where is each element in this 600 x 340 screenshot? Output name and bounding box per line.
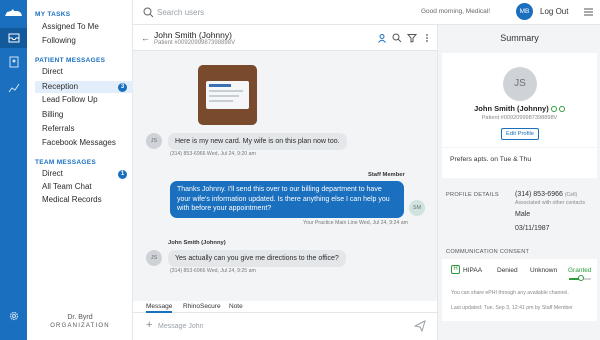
patient-avatar: JS <box>146 133 162 149</box>
consent-note: You can share ePHI through any available… <box>451 290 569 296</box>
more-options-icon[interactable] <box>422 33 432 43</box>
consent-last-updated: Last updated: Tue, Sep 3, 12:41 pm by St… <box>451 305 573 311</box>
profile-card: JS John Smith (Johnny) Patient #00920999… <box>442 53 597 147</box>
patient-preference-note: Prefers apts. on Tue & Thu <box>450 156 532 163</box>
edit-profile-button[interactable]: Edit Profile <box>501 128 539 140</box>
sidebar-item-team-direct[interactable]: Direct 1 <box>35 168 133 180</box>
staff-avatar: SM <box>409 200 425 216</box>
patient-avatar: JS <box>146 250 162 266</box>
organization-switcher[interactable]: Dr. Byrd ORGANIZATION <box>27 313 133 331</box>
my-tasks-heading: MY TASKS <box>35 11 71 18</box>
app-rail <box>0 0 27 340</box>
add-attachment-icon[interactable]: + <box>146 319 152 331</box>
hamburger-menu-icon[interactable] <box>583 7 594 17</box>
filter-icon[interactable] <box>407 33 417 43</box>
incoming-message: Yes actually can you give me directions … <box>168 250 346 267</box>
contacts-nav-icon[interactable] <box>0 52 27 72</box>
sidebar-item-lead-follow-up[interactable]: Lead Follow Up <box>35 94 133 106</box>
tab-message[interactable]: Message <box>146 303 173 313</box>
unread-badge: 3 <box>118 82 127 92</box>
sidebar-item-all-team-chat[interactable]: All Team Chat <box>35 181 133 193</box>
sidebar-item-assigned-to-me[interactable]: Assigned To Me <box>35 21 133 33</box>
consent-option-denied[interactable]: Denied <box>497 267 518 274</box>
summary-title: Summary <box>500 33 539 43</box>
profile-name: John Smith (Johnny) <box>442 104 597 113</box>
sidebar-item-referrals[interactable]: Referrals <box>35 123 133 135</box>
conversation-header: ← John Smith (Johnny) Patient #009209998… <box>133 25 437 51</box>
message-meta: (314) 853-6966 Wed, Jul 24, 9:25 am <box>170 268 256 274</box>
logout-link[interactable]: Log Out <box>540 7 568 16</box>
insurance-card-image[interactable] <box>198 65 257 125</box>
sidebar-item-medical-records[interactable]: Medical Records <box>35 194 133 206</box>
top-bar: Good morning, Medical! MB Log Out <box>133 0 600 25</box>
message-sender: John Smith (Johnny) <box>168 240 226 246</box>
conversation-patient-name: John Smith (Johnny) <box>154 30 232 40</box>
patient-messages-heading: PATIENT MESSAGES <box>35 57 106 64</box>
message-thread: JS Here is my new card. My wife is on th… <box>133 51 437 301</box>
sidebar-item-label: Billing <box>42 110 64 119</box>
search-conversation-icon[interactable] <box>392 33 402 43</box>
billing-dollar-icon <box>558 106 565 113</box>
sidebar-item-label: Referrals <box>42 124 75 133</box>
tab-rhinosecure[interactable]: RhinoSecure <box>183 303 221 310</box>
sidebar-item-billing[interactable]: Billing <box>35 109 133 121</box>
sidebar-item-label: Medical Records <box>42 195 102 204</box>
consent-option-granted[interactable]: Granted <box>568 267 592 274</box>
rhino-logo-icon <box>5 9 22 16</box>
analytics-nav-icon[interactable] <box>0 78 27 98</box>
organization-label: ORGANIZATION <box>50 323 110 329</box>
profile-details: PROFILE DETAILS (314) 853-6966 (Cell) As… <box>442 182 597 234</box>
user-avatar[interactable]: MB <box>516 3 533 20</box>
consent-option-unknown[interactable]: Unknown <box>530 267 557 274</box>
profile-avatar: JS <box>503 67 537 101</box>
consent-card: H HIPAA Denied Unknown Granted You can s… <box>442 259 597 321</box>
consent-slider-knob[interactable] <box>578 275 584 281</box>
sidebar-item-reception[interactable]: Reception 3 <box>35 81 133 93</box>
composer-tabs: Message RhinoSecure Note <box>133 301 437 313</box>
unread-badge: 1 <box>118 169 127 179</box>
phone-hint: Associated with other contacts <box>515 200 586 206</box>
outgoing-message: Thanks Johnny. I'll send this over to ou… <box>170 181 404 218</box>
sidebar-item-label: Reception <box>42 82 79 91</box>
settings-gear-icon[interactable] <box>0 306 27 326</box>
message-input[interactable] <box>158 321 398 332</box>
insurance-card-face <box>206 81 249 109</box>
preference-card: Prefers apts. on Tue & Thu <box>442 148 597 178</box>
assign-user-icon[interactable] <box>377 33 387 43</box>
dob-value: 03/11/1987 <box>515 225 550 232</box>
back-arrow-icon[interactable]: ← <box>141 33 150 43</box>
team-messages-heading: TEAM MESSAGES <box>35 159 96 166</box>
sidebar-item-direct[interactable]: Direct <box>35 66 133 78</box>
composer: + <box>133 313 437 340</box>
sidebar-item-facebook-messages[interactable]: Facebook Messages <box>35 137 133 149</box>
tab-note[interactable]: Note <box>229 303 243 310</box>
greeting-text: Good morning, Medical! <box>421 8 491 15</box>
profile-patient-id: Patient #0092099987398898V <box>481 115 558 121</box>
inbox-nav-icon[interactable] <box>0 28 27 48</box>
sidebar-item-label: Direct <box>42 67 63 76</box>
incoming-message: Here is my new card. My wife is on this … <box>168 133 347 150</box>
hipaa-label: HIPAA <box>463 267 483 274</box>
message-sender: Staff Member <box>368 172 405 178</box>
hipaa-badge: H <box>451 265 460 274</box>
conversation-patient-id: Patient #0092099987398898V <box>154 40 236 46</box>
communication-consent-label: COMMUNICATION CONSENT <box>446 249 530 255</box>
message-meta: Your Practice Main Line Wed, Jul 24, 9:2… <box>303 220 408 226</box>
phone-number[interactable]: (314) 853-6966 (Cell) <box>515 191 577 198</box>
summary-panel: Summary JS John Smith (Johnny) Patient #… <box>437 25 600 340</box>
search-input[interactable] <box>157 6 307 19</box>
sidebar-item-label: Facebook Messages <box>42 138 116 147</box>
sidebar-item-following[interactable]: Following <box>35 35 133 47</box>
hipaa-shield-icon <box>550 106 557 113</box>
gender-value: Male <box>515 211 531 218</box>
search-icon <box>143 7 154 18</box>
sidebar: MY TASKS Assigned To Me Following PATIEN… <box>27 0 133 340</box>
sidebar-item-label: Lead Follow Up <box>42 95 98 104</box>
profile-details-label: PROFILE DETAILS <box>446 192 499 198</box>
sidebar-item-label: All Team Chat <box>42 182 92 191</box>
sidebar-item-label: Direct <box>42 169 63 178</box>
message-meta: (314) 853-6966 Wed, Jul 24, 9:20 am <box>170 151 256 157</box>
send-icon[interactable] <box>414 320 426 332</box>
organization-name: Dr. Byrd <box>67 314 93 321</box>
